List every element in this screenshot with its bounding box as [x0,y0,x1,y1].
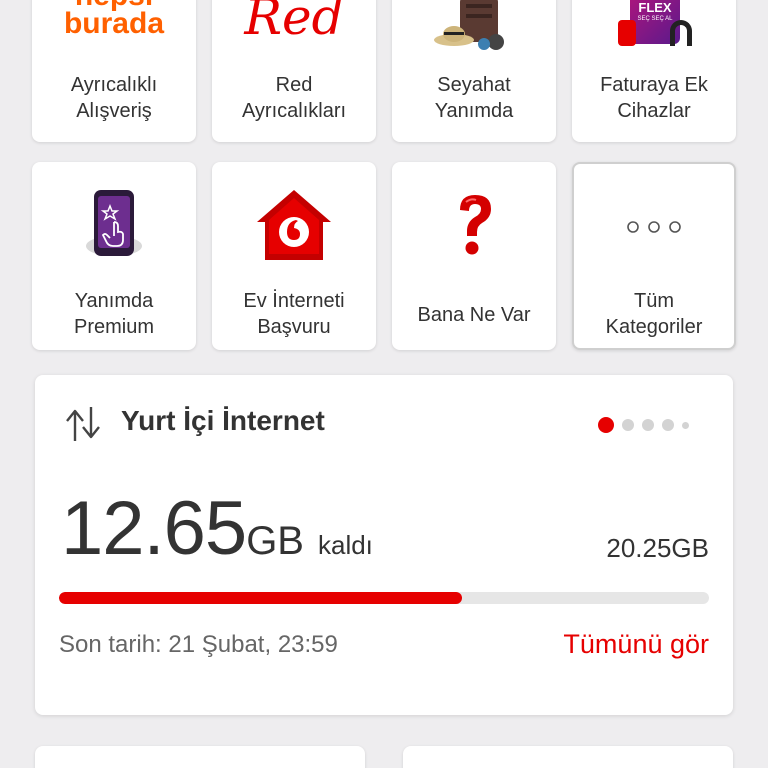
vodafone-house-icon [255,188,333,267]
usage-progress-bar [59,592,709,604]
tile-label: Seyahat Yanımda [434,74,514,122]
tile-yanimda-premium[interactable]: Yanımda Premium [32,162,196,350]
question-mark-icon [452,192,496,263]
card-title: Yurt İçi İnternet [121,405,325,436]
total-quota: 20.25GB [606,533,709,563]
tile-red[interactable]: Red Red Ayrıcalıkları [212,0,376,142]
see-all-link[interactable]: Tümünü gör [563,629,709,660]
remaining-word: kaldı [317,530,373,560]
data-transfer-icon [63,403,103,450]
tile-bana-ne-var[interactable]: Bana Ne Var [392,162,556,350]
tile-label: Ev İnterneti Başvuru [243,290,345,338]
remaining-unit: GB [246,519,304,563]
tile-hepsiburada[interactable]: hepsi burada Ayrıcalıklı Alışveriş [32,0,196,142]
remaining-value: 12.65 [61,486,247,571]
bottom-card-left[interactable] [35,746,365,768]
tile-ev-interneti[interactable]: Ev İnterneti Başvuru [212,162,376,350]
pager-dot[interactable] [682,421,689,429]
tile-label: Faturaya Ek Cihazlar [600,74,708,122]
tile-label: Bana Ne Var [417,304,531,326]
tile-tum-kategoriler[interactable]: Tüm Kategoriler [572,162,736,350]
pager-dot[interactable] [662,419,674,431]
red-logo: Red [244,0,344,46]
remaining-amount: 12.65 GB kaldı [61,485,373,572]
pager-dot[interactable] [642,419,654,431]
tile-label: Tüm Kategoriler [605,290,703,338]
tile-label: Red Ayrıcalıkları [241,74,347,122]
tile-travel[interactable]: Seyahat Yanımda [392,0,556,142]
more-dots-icon [626,220,682,239]
pager-dots[interactable] [598,417,689,433]
travel-luggage-icon [432,0,516,57]
pager-dot[interactable] [598,417,614,433]
bottom-card-right[interactable] [403,746,733,768]
tile-label: Yanımda Premium [73,290,154,338]
pager-dot[interactable] [622,419,634,431]
tile-flex[interactable]: FLEX SEÇ SEÇ AL Faturaya Ek Cihazlar [572,0,736,142]
tile-label: Ayrıcalıklı Alışveriş [70,74,158,122]
deadline-text: Son tarih: 21 Şubat, 23:59 [59,631,338,658]
hepsiburada-logo: hepsi burada [63,0,165,40]
flex-devices-logo: FLEX SEÇ SEÇ AL [616,0,692,52]
phone-star-icon [84,188,144,267]
usage-progress-fill [59,592,462,604]
internet-usage-card[interactable]: Yurt İçi İnternet 12.65 GB kaldı 20.25GB… [35,375,733,715]
